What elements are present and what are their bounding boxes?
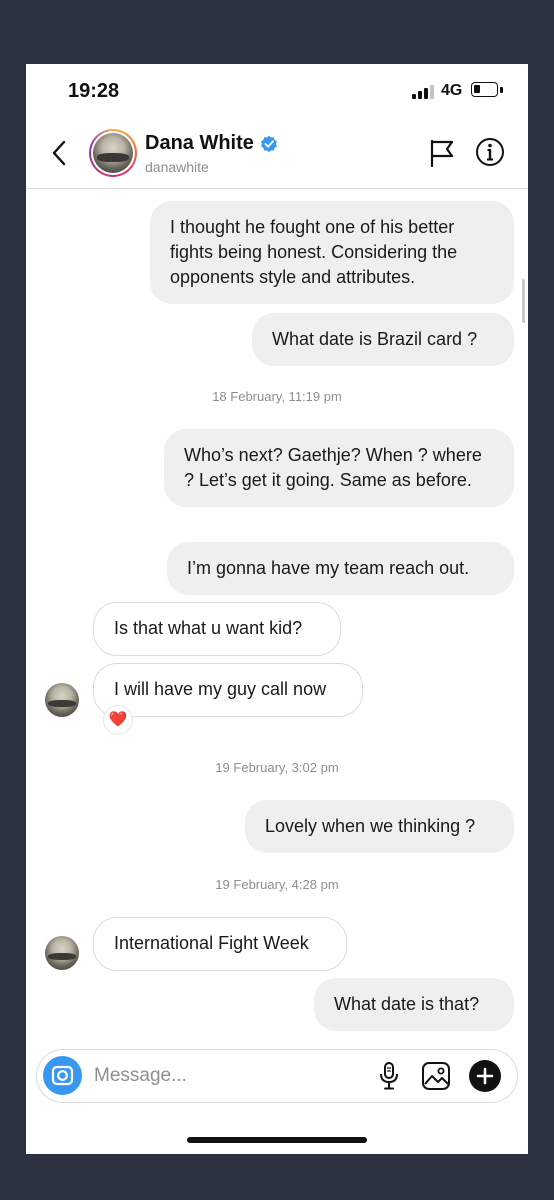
- message-bubble-outgoing[interactable]: Lovely when we thinking ?: [245, 800, 514, 853]
- network-type: 4G: [441, 82, 463, 99]
- avatar[interactable]: [45, 936, 79, 970]
- gallery-icon[interactable]: [421, 1061, 451, 1091]
- status-time: 19:28: [68, 80, 120, 102]
- contact-name[interactable]: Dana White: [145, 132, 254, 155]
- avatar: [93, 133, 133, 173]
- scrollbar[interactable]: [522, 279, 525, 323]
- verified-badge-icon: [260, 135, 277, 152]
- profile-avatar[interactable]: [89, 129, 137, 177]
- info-icon[interactable]: [475, 137, 505, 167]
- camera-icon: [51, 1065, 74, 1086]
- message-bubble-incoming[interactable]: I will have my guy call now: [93, 663, 363, 717]
- message-bubble-incoming[interactable]: Is that what u want kid?: [93, 602, 341, 656]
- contact-handle: danawhite: [145, 159, 209, 175]
- signal-icon: [412, 85, 434, 99]
- message-input[interactable]: Message...: [94, 1065, 187, 1087]
- timestamp: 18 February, 11:19 pm: [212, 389, 342, 404]
- timestamp: 19 February, 3:02 pm: [215, 760, 339, 775]
- avatar[interactable]: [45, 683, 79, 717]
- message-composer: Message...: [36, 1049, 518, 1103]
- microphone-icon[interactable]: [377, 1061, 401, 1091]
- flag-icon[interactable]: [429, 139, 455, 167]
- timestamp: 19 February, 4:28 pm: [215, 877, 339, 892]
- phone-screen: 19:28 4G Dana White danawhite I thought …: [26, 64, 528, 1154]
- message-bubble-outgoing[interactable]: What date is Brazil card ?: [252, 313, 514, 366]
- message-bubble-incoming[interactable]: International Fight Week: [93, 917, 347, 971]
- battery-icon: [471, 82, 498, 97]
- message-bubble-outgoing[interactable]: What date is that?: [314, 978, 514, 1031]
- add-button[interactable]: [469, 1060, 501, 1092]
- plus-icon: [476, 1067, 494, 1085]
- back-arrow-icon[interactable]: [48, 138, 72, 168]
- message-bubble-outgoing[interactable]: I’m gonna have my team reach out.: [167, 542, 514, 595]
- heart-reaction-icon[interactable]: ❤️: [103, 705, 133, 735]
- message-bubble-outgoing[interactable]: I thought he fought one of his better fi…: [150, 201, 514, 304]
- home-indicator[interactable]: [187, 1137, 367, 1143]
- message-bubble-outgoing[interactable]: Who’s next? Gaethje? When ? where ? Let’…: [164, 429, 514, 507]
- message-thread[interactable]: I thought he fought one of his better fi…: [26, 189, 528, 1044]
- status-bar: 19:28 4G: [26, 64, 528, 120]
- camera-button[interactable]: [43, 1056, 82, 1095]
- conversation-header: Dana White danawhite: [26, 120, 528, 189]
